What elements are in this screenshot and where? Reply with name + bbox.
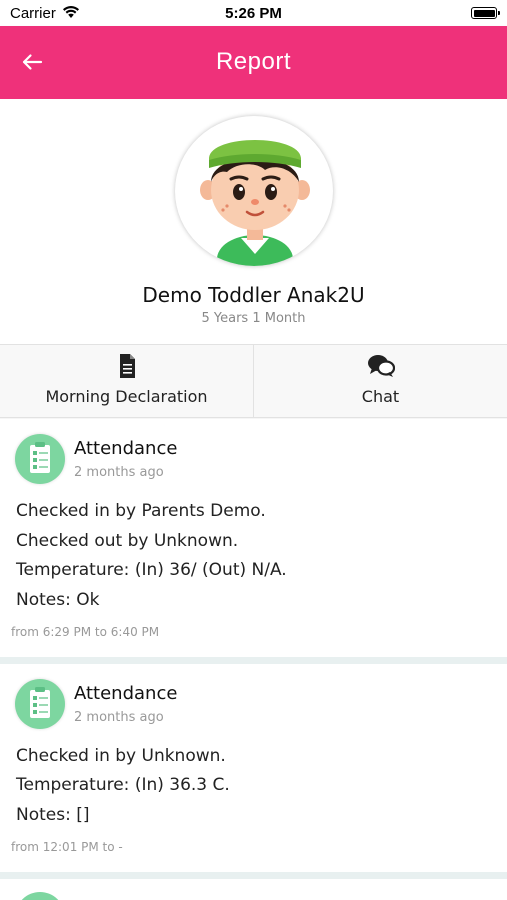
avatar[interactable] [175, 116, 333, 266]
morning-declaration-button[interactable]: Morning Declaration [0, 345, 254, 418]
record-line: Checked in by Parents Demo. [16, 501, 266, 521]
chat-label: Chat [361, 387, 400, 406]
record-line: Checked out by Unknown. [16, 531, 239, 551]
chat-bubbles-icon [367, 355, 395, 377]
child-avatar-illustration [200, 140, 310, 266]
profile-header: Demo Toddler Anak2U 5 Years 1 Month [0, 99, 507, 344]
status-time: 5:26 PM [225, 5, 282, 22]
record-time-range: from 6:29 PM to 6:40 PM [11, 625, 160, 639]
record-line: Temperature: (In) 36.3 C. [16, 775, 230, 795]
record-time-ago: 2 months ago [74, 465, 164, 480]
status-bar: Carrier 5:26 PM [0, 0, 507, 26]
record-line: Temperature: (In) 36/ (Out) N/A. [16, 560, 287, 580]
page-title: Report [215, 48, 292, 75]
attendance-card[interactable] [0, 879, 507, 900]
app-bar: Report [0, 26, 507, 99]
child-name: Demo Toddler Anak2U [142, 283, 365, 307]
action-bar: Morning Declaration Chat [0, 344, 507, 418]
attendance-clipboard-icon [15, 434, 65, 484]
record-time-range: from 12:01 PM to - [11, 840, 123, 854]
attendance-card[interactable]: Attendance 2 months ago Checked in by Un… [0, 664, 507, 872]
child-age: 5 Years 1 Month [201, 311, 306, 326]
attendance-clipboard-icon [15, 679, 65, 729]
document-icon [119, 354, 135, 378]
card-divider [0, 872, 507, 879]
record-time-ago: 2 months ago [74, 710, 164, 725]
chat-button[interactable]: Chat [254, 345, 507, 418]
record-title: Attendance [74, 683, 178, 704]
attendance-clipboard-icon [15, 892, 65, 900]
record-line: Checked in by Unknown. [16, 746, 226, 766]
record-title: Attendance [74, 438, 178, 459]
attendance-card[interactable]: Attendance 2 months ago Checked in by Pa… [0, 419, 507, 657]
morning-declaration-label: Morning Declaration [45, 387, 208, 406]
card-divider [0, 657, 507, 664]
record-line: Notes: [] [16, 805, 90, 825]
battery-icon [471, 7, 500, 19]
record-line: Notes: Ok [16, 590, 100, 610]
